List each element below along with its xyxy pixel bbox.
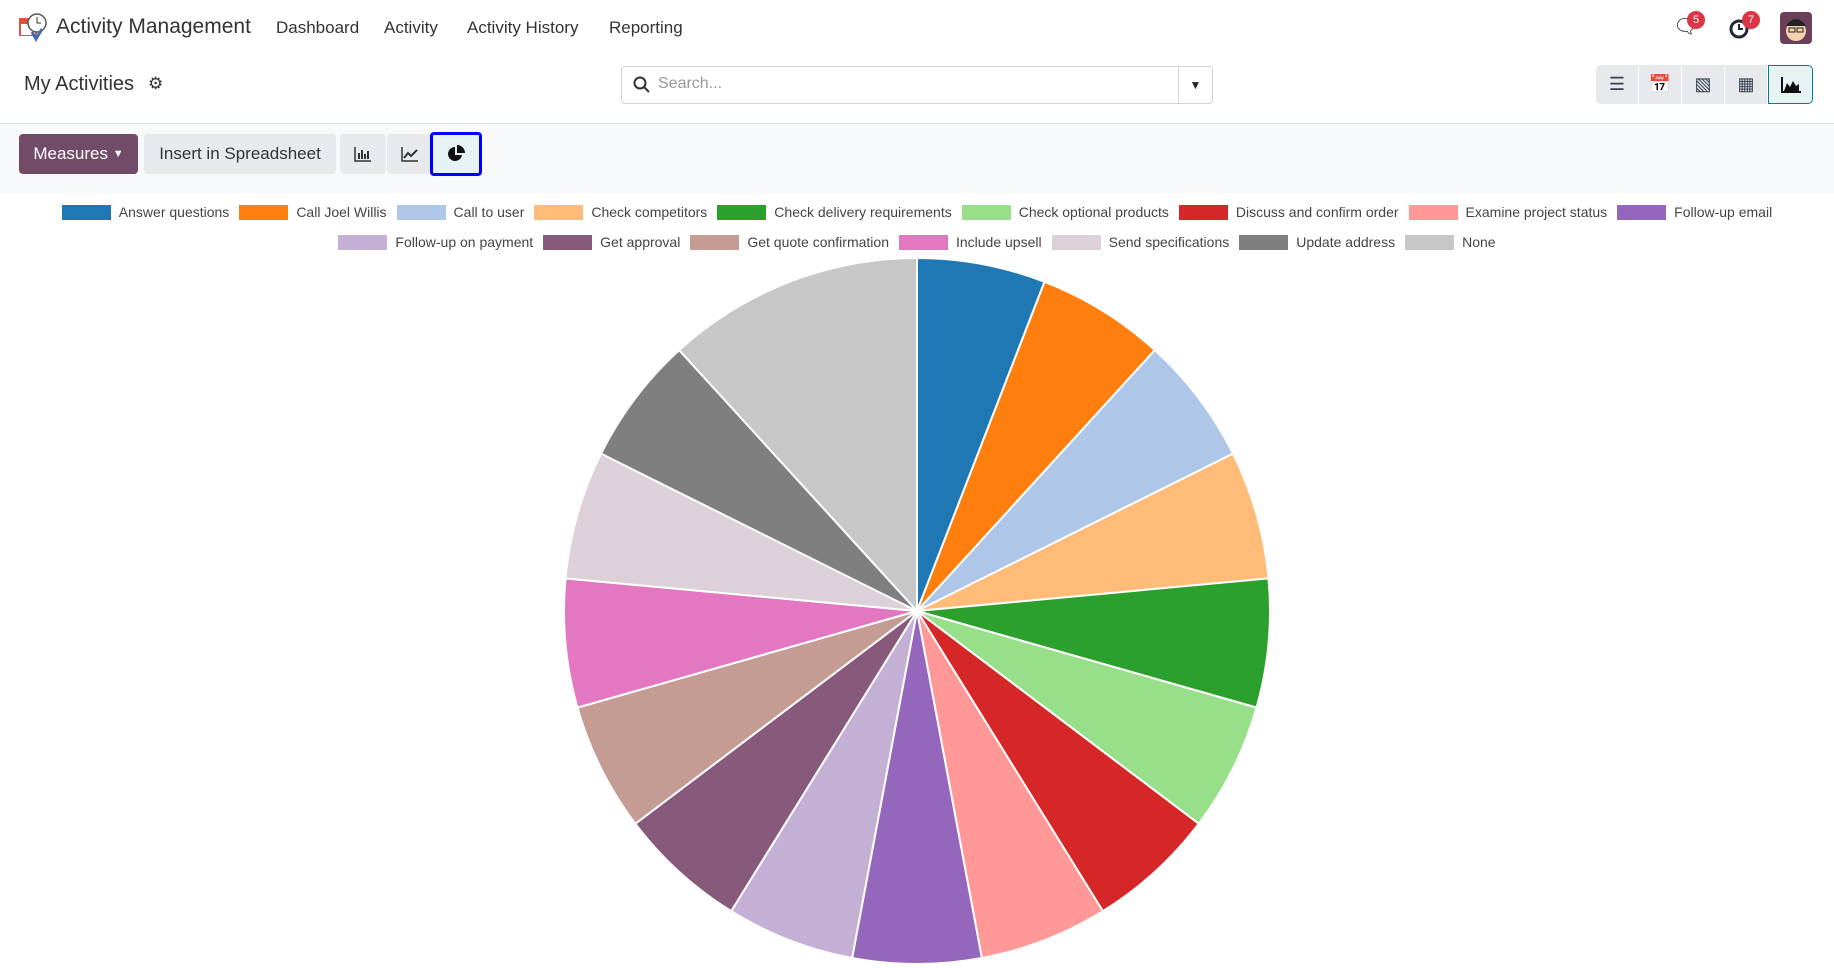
pie-chart — [563, 256, 1271, 965]
